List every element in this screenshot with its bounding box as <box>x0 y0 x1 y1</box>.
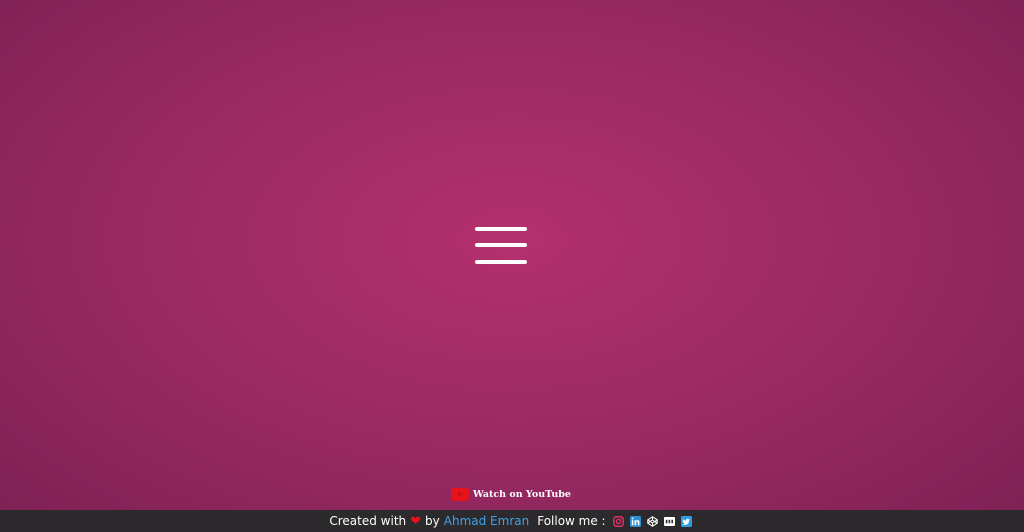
instagram-icon[interactable] <box>612 515 624 527</box>
author-link[interactable]: Ahmad Emran <box>444 514 529 528</box>
menu-toggle-button[interactable] <box>474 226 529 268</box>
follow-me-text: Follow me : <box>537 514 606 528</box>
created-with-text: Created with <box>329 514 407 528</box>
menu-bar-middle <box>475 243 527 247</box>
by-text: by <box>425 514 440 528</box>
heart-icon: ❤ <box>410 513 422 529</box>
twitter-icon[interactable] <box>680 515 692 527</box>
footer: Created with ❤ by Ahmad Emran Follow me … <box>0 510 1024 532</box>
menu-bar-bottom <box>475 260 527 264</box>
youtube-icon <box>451 487 469 501</box>
watch-on-youtube-link[interactable]: Watch on YouTube <box>451 486 571 502</box>
codepen-icon[interactable] <box>646 515 658 527</box>
menu-bar-top <box>475 227 527 231</box>
linkedin-icon[interactable] <box>629 515 641 527</box>
dev-icon[interactable] <box>663 516 675 527</box>
youtube-link-label: Watch on YouTube <box>473 488 571 500</box>
